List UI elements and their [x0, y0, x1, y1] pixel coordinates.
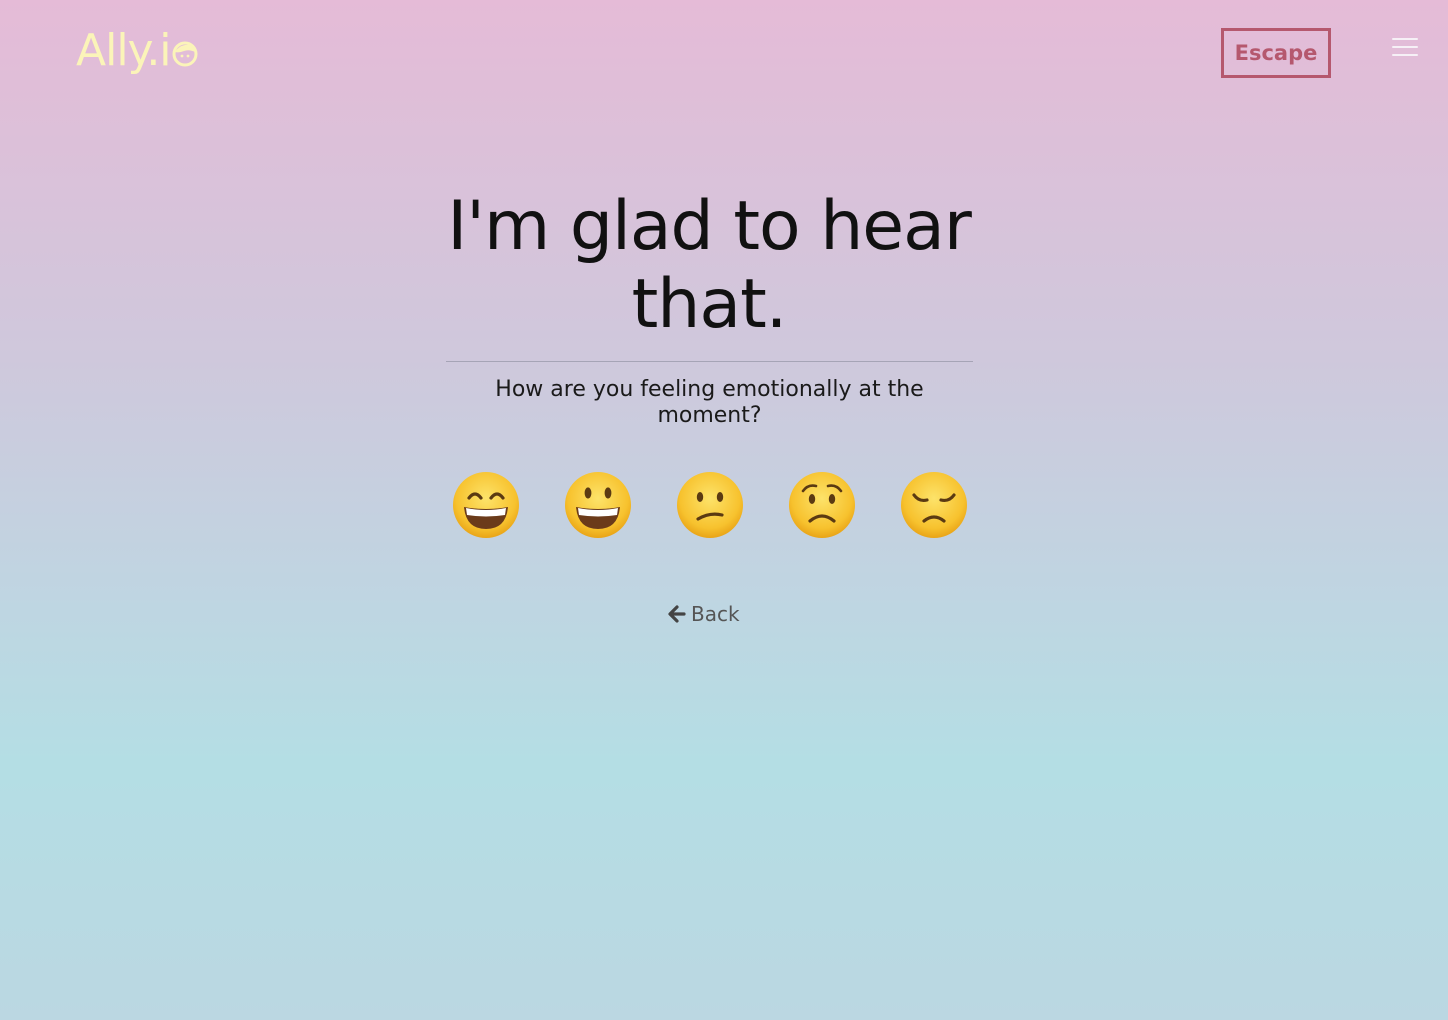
arrow-left-icon: [668, 605, 686, 623]
disappointed-face-icon: [901, 472, 967, 538]
back-link[interactable]: Back: [668, 600, 740, 628]
logo-text: Ally.i: [76, 25, 172, 76]
headline-line-1: I'm glad to hear: [447, 187, 972, 266]
confused-face-icon: [677, 472, 743, 538]
hamburger-menu-icon[interactable]: [1392, 38, 1418, 58]
mood-options: [452, 471, 972, 539]
worried-face-icon: [789, 472, 855, 538]
mood-question: How are you feeling emotionally at the m…: [495, 377, 924, 428]
logo[interactable]: Ally.i: [76, 24, 198, 78]
page-title: I'm glad to hear that.: [424, 188, 994, 344]
mood-option-worried[interactable]: [788, 471, 856, 539]
mood-option-grinning[interactable]: [564, 471, 632, 539]
mood-option-confused[interactable]: [676, 471, 744, 539]
grinning-face-icon: [565, 472, 631, 538]
mood-option-disappointed[interactable]: [900, 471, 968, 539]
mood-option-grinning-smiling-eyes[interactable]: [452, 471, 520, 539]
back-label: Back: [691, 602, 740, 626]
headline-line-2: that.: [631, 265, 788, 344]
logo-face-icon: [172, 41, 198, 67]
grinning-smiling-eyes-icon: [453, 472, 519, 538]
divider: [446, 361, 973, 362]
escape-button[interactable]: Escape: [1221, 28, 1331, 78]
